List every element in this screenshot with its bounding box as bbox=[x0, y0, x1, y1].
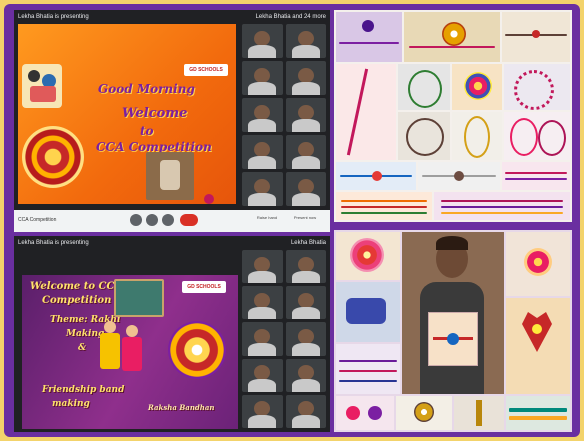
meeting-title: CCA Competition bbox=[18, 217, 57, 223]
participant-grid-bottom bbox=[242, 250, 326, 428]
meet-screen-bottom: Lekha Bhatia is presenting Lekha Bhatia … bbox=[14, 236, 330, 432]
participant-tile bbox=[285, 250, 326, 284]
participant-tile bbox=[285, 61, 326, 95]
siblings-illustration bbox=[98, 321, 148, 401]
rakhi-photo bbox=[336, 64, 396, 160]
rakhi-photo bbox=[502, 12, 570, 62]
participant-tile bbox=[242, 24, 283, 58]
slide-title-2: Competition bbox=[42, 295, 112, 306]
participant-tile bbox=[242, 394, 283, 428]
participant-tile bbox=[285, 24, 326, 58]
rakhi-photo bbox=[404, 12, 500, 62]
participant-tile bbox=[242, 250, 283, 284]
right-user-label: Lekha Bhatia bbox=[290, 240, 326, 246]
rakhi-collage-top bbox=[334, 10, 572, 222]
rakhi-photo bbox=[336, 12, 402, 62]
slide-line-to: to bbox=[140, 124, 154, 138]
rakhi-photo bbox=[434, 192, 570, 220]
participant-grid-top bbox=[242, 24, 326, 206]
cartoon-image bbox=[22, 64, 62, 108]
student-photo bbox=[402, 232, 504, 394]
rakhi-photo bbox=[504, 112, 570, 160]
chalkboard-image bbox=[114, 279, 164, 317]
participant-tile bbox=[242, 61, 283, 95]
participant-tile bbox=[242, 322, 283, 356]
rakhi-photo bbox=[336, 282, 400, 342]
rakhi-photo bbox=[398, 64, 450, 110]
school-logo: GD SCHOOLS bbox=[182, 281, 226, 293]
slide-line-welcome: Welcome bbox=[122, 106, 188, 121]
student-collage bbox=[334, 230, 572, 432]
raksha-bandhan-text: Raksha Bandhan bbox=[148, 403, 215, 412]
rakhi-photo bbox=[506, 232, 570, 296]
participant-tile bbox=[242, 172, 283, 206]
presenter-label: Lekha Bhatia is presenting bbox=[18, 240, 89, 246]
participant-tile bbox=[285, 322, 326, 356]
product-photo bbox=[146, 152, 194, 200]
rakhi-photo bbox=[418, 162, 500, 190]
meet-control-bar: CCA Competition Raise hand Present now bbox=[14, 210, 330, 232]
rakhi-photo bbox=[454, 396, 504, 430]
rakhi-photo bbox=[506, 396, 570, 430]
rakhi-photo bbox=[396, 396, 452, 430]
welcome-slide: GD SCHOOLS Good Morning Welcome to CCA C… bbox=[18, 24, 236, 204]
rakhi-illustration bbox=[168, 321, 226, 379]
rakhi-photo bbox=[398, 112, 450, 160]
slide-making-2: making bbox=[52, 399, 90, 409]
slide-title-1: Welcome to CCA bbox=[30, 281, 123, 292]
theme-slide: Welcome to CCA Competition Theme: Rakhi … bbox=[22, 275, 238, 429]
participant-tile bbox=[242, 358, 283, 392]
participant-tile bbox=[285, 135, 326, 169]
participant-tile bbox=[285, 358, 326, 392]
handmade-rakhi-card bbox=[428, 312, 478, 366]
rakhi-photo bbox=[336, 192, 432, 220]
participant-tile bbox=[285, 172, 326, 206]
participant-tile bbox=[242, 135, 283, 169]
rakhi-photo bbox=[502, 162, 570, 190]
rakhi-photo bbox=[336, 162, 416, 190]
meet-screen-top: Lekha Bhatia is presenting Lekha Bhatia … bbox=[14, 10, 330, 232]
slide-amp: & bbox=[78, 343, 87, 353]
rakhi-illustration bbox=[22, 126, 84, 188]
presenter-bar: Lekha Bhatia is presenting Lekha Bhatia bbox=[14, 236, 330, 250]
present-now-button[interactable]: Present now bbox=[290, 215, 320, 220]
participant-tile bbox=[285, 394, 326, 428]
captions-button[interactable] bbox=[162, 214, 174, 226]
participant-tile bbox=[242, 98, 283, 132]
participant-tile bbox=[242, 286, 283, 320]
rakhi-photo bbox=[452, 112, 502, 160]
presenter-bar: Lekha Bhatia is presenting Lekha Bhatia … bbox=[14, 10, 330, 24]
presenter-label: Lekha Bhatia is presenting bbox=[18, 14, 89, 20]
flower-rakhi-photo bbox=[336, 232, 400, 280]
right-user-label: Lekha Bhatia and 24 more bbox=[255, 14, 326, 20]
mic-button[interactable] bbox=[130, 214, 142, 226]
small-rakhi-icon bbox=[204, 194, 214, 204]
rakhi-photo bbox=[452, 64, 502, 110]
rakhi-photo bbox=[336, 344, 400, 394]
slide-line-good-morning: Good Morning bbox=[98, 82, 195, 96]
camera-button[interactable] bbox=[146, 214, 158, 226]
rakhi-photo bbox=[506, 298, 570, 394]
raise-hand-button[interactable]: Raise hand bbox=[252, 215, 282, 220]
school-logo: GD SCHOOLS bbox=[184, 64, 228, 76]
rakhi-photo bbox=[336, 396, 394, 430]
rakhi-photo bbox=[504, 64, 570, 110]
end-call-button[interactable] bbox=[180, 214, 198, 226]
participant-tile bbox=[285, 286, 326, 320]
participant-tile bbox=[285, 98, 326, 132]
